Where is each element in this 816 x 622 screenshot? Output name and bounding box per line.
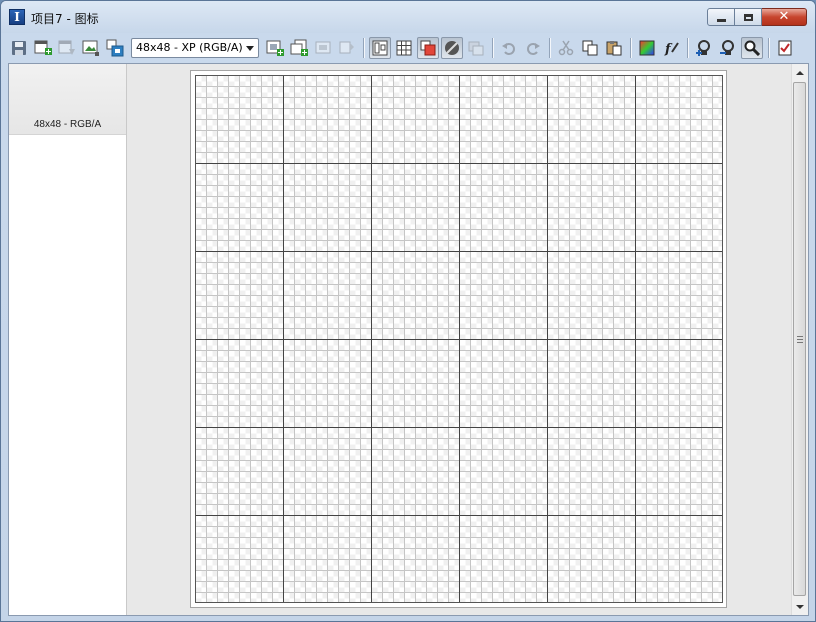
maximize-button[interactable] [735, 8, 762, 26]
minimize-button[interactable] [707, 8, 735, 26]
editor-client-area: 48x48 - RGB/A [8, 63, 809, 616]
mask-icon [468, 41, 484, 55]
toolbar-separator [363, 37, 364, 58]
zoom-out-icon [720, 39, 734, 55]
import-image-icon [82, 40, 99, 56]
scroll-thumb[interactable] [793, 82, 806, 596]
svg-text:f: f [664, 42, 673, 56]
minimize-icon [716, 19, 726, 22]
color-palette-button[interactable] [636, 37, 658, 59]
icon-editor-window: I 项目7 - 图标 ✕ 48x48 - XP (RGB/A) f 48x48 … [0, 0, 816, 622]
paste-icon [606, 40, 622, 55]
view-preview-button[interactable] [369, 36, 391, 59]
test-icon-button[interactable] [774, 37, 796, 59]
new-image-icon [34, 40, 52, 55]
chevron-down-icon [246, 45, 254, 51]
export-image-icon [106, 39, 124, 56]
remove-format-button[interactable] [312, 37, 334, 59]
cut-icon [558, 40, 574, 55]
format-select[interactable]: 48x48 - XP (RGB/A) [131, 37, 259, 58]
mask-button[interactable] [465, 37, 487, 59]
zoom-out-button[interactable] [717, 37, 739, 59]
background-color-icon [420, 40, 436, 55]
redo-icon [527, 42, 540, 55]
copy-icon [582, 40, 598, 55]
zoom-in-icon [696, 39, 710, 56]
paste-button[interactable] [603, 37, 625, 59]
save-button[interactable] [8, 37, 30, 59]
zoom-tool-button[interactable] [741, 36, 763, 59]
transparency-button[interactable] [441, 36, 463, 59]
copy-button[interactable] [579, 37, 601, 59]
filter-button[interactable]: f [660, 37, 682, 59]
add-multiple-formats-icon [290, 39, 308, 56]
canvas-frame [190, 70, 727, 608]
grip-line [797, 342, 803, 343]
format-properties-button[interactable] [336, 37, 358, 59]
scroll-down-button[interactable] [792, 598, 808, 615]
color-palette-icon [639, 40, 655, 55]
arrow-up-icon [796, 70, 804, 75]
grip-line [797, 336, 803, 337]
format-properties-icon [339, 41, 354, 53]
scroll-up-button[interactable] [792, 64, 808, 81]
window-controls: ✕ [707, 8, 807, 28]
test-icon-check [778, 40, 792, 55]
zoom-tool-icon [744, 40, 760, 56]
format-select-value: 48x48 - XP (RGB/A) [136, 41, 243, 54]
toolbar-separator [768, 37, 769, 58]
zoom-in-button[interactable] [693, 37, 715, 59]
export-image-button[interactable] [104, 37, 126, 59]
cut-button[interactable] [555, 37, 577, 59]
new-image-button[interactable] [32, 37, 54, 59]
arrow-down-icon [796, 604, 804, 609]
title-bar[interactable]: I 项目7 - 图标 ✕ [1, 1, 815, 33]
delete-image-button[interactable] [56, 37, 78, 59]
maximize-icon [743, 13, 753, 21]
toolbar-separator [549, 37, 550, 58]
toolbar-separator [630, 37, 631, 58]
format-list-item-label: 48x48 - RGB/A [33, 119, 102, 130]
background-color-button[interactable] [417, 36, 439, 59]
transparency-icon [445, 40, 459, 55]
import-image-button[interactable] [80, 37, 102, 59]
filter-icon: f [664, 42, 679, 56]
window-title: 项目7 - 图标 [31, 12, 99, 26]
toolbar-separator [492, 37, 493, 58]
vertical-scrollbar[interactable] [791, 64, 808, 615]
add-format-button[interactable] [264, 37, 286, 59]
close-button[interactable]: ✕ [762, 8, 807, 26]
app-icon: I [9, 9, 25, 25]
format-list-item[interactable]: 48x48 - RGB/A [9, 64, 126, 135]
delete-image-icon [58, 40, 75, 55]
add-format-icon [266, 40, 284, 56]
undo-button[interactable] [498, 37, 520, 59]
remove-format-icon [315, 41, 331, 53]
undo-icon [502, 42, 515, 55]
pixel-grid-button[interactable] [393, 37, 415, 59]
formats-panel: 48x48 - RGB/A [9, 64, 127, 615]
toolbar-separator [687, 37, 688, 58]
main-toolbar: 48x48 - XP (RGB/A) f [7, 34, 809, 61]
redo-button[interactable] [522, 37, 544, 59]
view-preview-icon [372, 40, 388, 55]
save-icon [12, 40, 26, 55]
pixel-grid-canvas[interactable] [195, 75, 723, 603]
grip-line [797, 339, 803, 340]
pixel-grid-icon [396, 40, 412, 55]
close-icon: ✕ [778, 9, 790, 24]
add-multiple-formats-button[interactable] [288, 37, 310, 59]
